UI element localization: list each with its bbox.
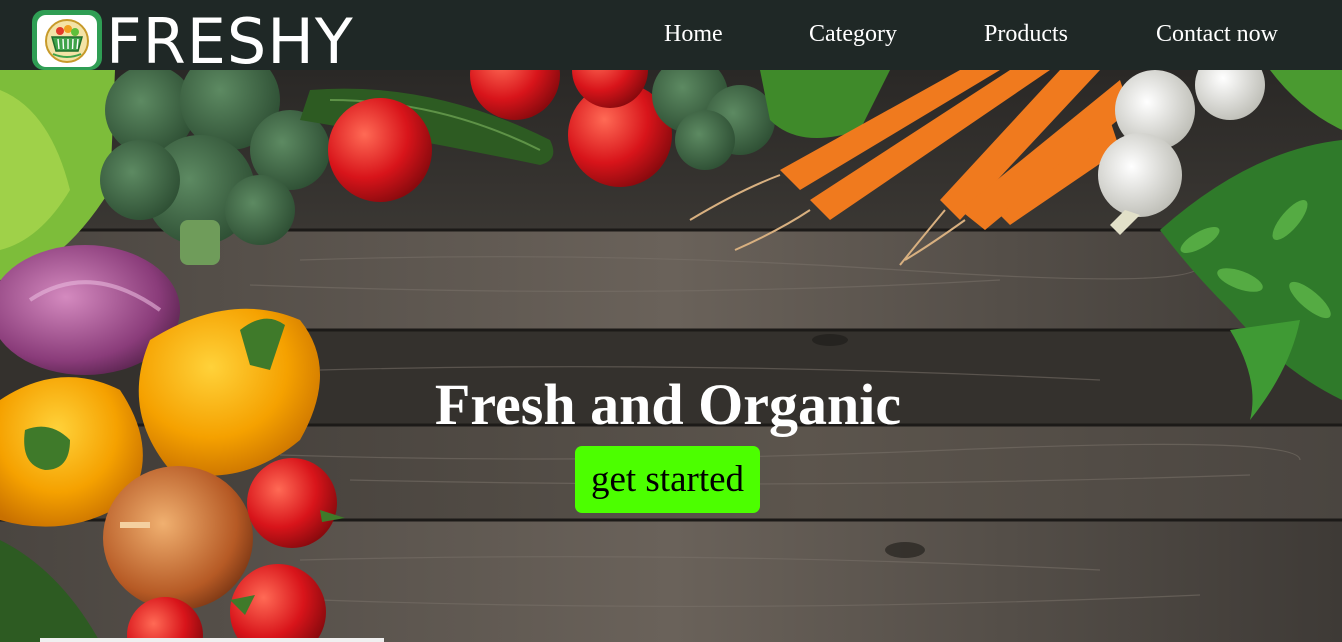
hero-background-image <box>0 70 1342 642</box>
basket-icon <box>45 19 89 63</box>
nav-category[interactable]: Category <box>809 18 897 50</box>
nav-home[interactable]: Home <box>664 18 723 50</box>
logo-badge <box>37 15 97 67</box>
brand-name: FRESHY <box>106 5 354 78</box>
nav-products[interactable]: Products <box>984 18 1068 50</box>
logo[interactable] <box>32 10 102 70</box>
get-started-button[interactable]: get started <box>575 446 760 513</box>
navbar: FRESHY Home Category Products Contact no… <box>0 0 1342 78</box>
hero-section: Fresh and Organic get started <box>0 70 1342 642</box>
hero-title: Fresh and Organic <box>434 372 902 437</box>
horizontal-scrollbar[interactable] <box>40 638 384 642</box>
nav-contact[interactable]: Contact now <box>1156 18 1278 50</box>
